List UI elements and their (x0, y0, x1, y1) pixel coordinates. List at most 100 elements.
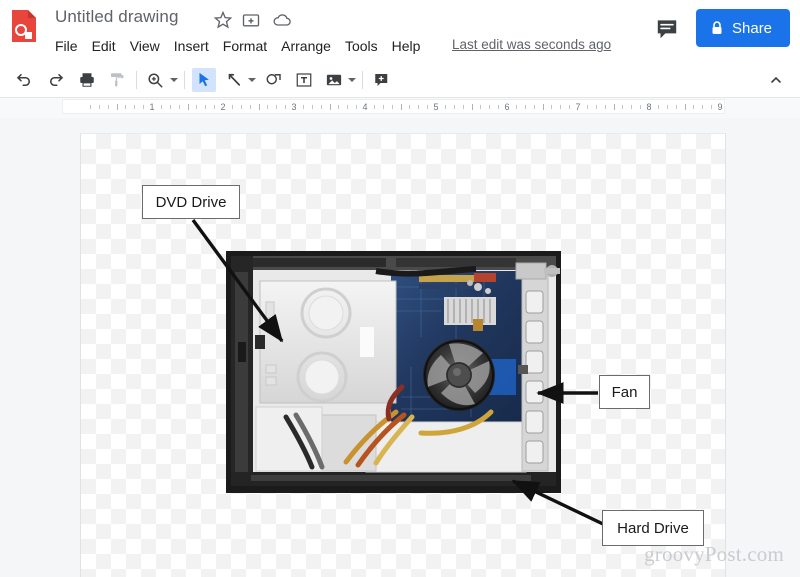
ruler-tick (187, 104, 189, 110)
document-title[interactable]: Untitled drawing (55, 7, 179, 27)
callout-hard-drive-label: Hard Drive (617, 519, 689, 537)
image-dropdown-caret[interactable] (346, 68, 358, 92)
redo-button[interactable] (44, 68, 68, 92)
computer-case-interior-photo[interactable] (226, 247, 561, 497)
ruler-tick (267, 105, 269, 109)
menu-bar: File Edit View Insert Format Arrange Tools Help (52, 35, 427, 57)
ruler-tick (586, 105, 588, 109)
ruler-tick (382, 105, 384, 109)
ruler-tick (418, 105, 420, 109)
ruler-tick (711, 105, 713, 109)
ruler-tick (356, 105, 358, 109)
ruler-tick (533, 105, 535, 109)
ruler-tick (462, 105, 464, 109)
ruler-tick (311, 105, 313, 109)
google-drawings-window: Untitled drawing File Edit View Insert Forma… (0, 0, 800, 577)
ruler-tick (613, 104, 615, 110)
toolbar (0, 62, 800, 98)
ruler-tick (684, 104, 686, 110)
ruler-tick (400, 104, 402, 110)
ruler-tick (143, 105, 145, 109)
ruler-tick (258, 104, 260, 110)
star-icon[interactable] (213, 10, 233, 30)
callout-dvd-drive[interactable]: DVD Drive (142, 185, 240, 219)
line-tool-button[interactable] (222, 68, 246, 92)
last-edit-status[interactable]: Last edit was seconds ago (452, 37, 611, 52)
ruler-tick (160, 105, 162, 109)
print-button[interactable] (75, 68, 99, 92)
ruler-tick (631, 105, 633, 109)
text-box-button[interactable] (292, 68, 316, 92)
drawing-canvas[interactable]: DVD Drive Fan Hard Drive (80, 133, 725, 577)
ruler-tick (116, 104, 118, 110)
comment-icon[interactable] (654, 16, 680, 42)
line-dropdown-caret[interactable] (246, 68, 258, 92)
ruler-tick (134, 105, 136, 109)
share-button[interactable]: Share (696, 9, 791, 47)
ruler-tick (640, 105, 642, 109)
ruler-tick (498, 105, 500, 109)
select-tool-button[interactable] (192, 68, 216, 92)
menu-edit[interactable]: Edit (85, 35, 123, 57)
ruler-tick (693, 105, 695, 109)
toolbar-separator (362, 71, 363, 89)
ruler-tick (205, 105, 207, 109)
google-drawings-logo[interactable] (10, 8, 38, 44)
ruler-tick (595, 105, 597, 109)
menu-arrange[interactable]: Arrange (274, 35, 338, 57)
ruler-tick (453, 105, 455, 109)
menu-tools[interactable]: Tools (338, 35, 385, 57)
ruler-tick (391, 105, 393, 109)
paint-format-button[interactable] (105, 68, 129, 92)
ruler-tick (329, 104, 331, 110)
zoom-button[interactable] (143, 68, 167, 92)
image-button[interactable] (322, 68, 346, 92)
workspace: DVD Drive Fan Hard Drive groovyPost.com (0, 118, 800, 577)
shape-tool-button[interactable] (262, 68, 286, 92)
ruler-tick (702, 105, 704, 109)
ruler-tick (489, 105, 491, 109)
ruler-tick (249, 105, 251, 109)
ruler-tick (338, 105, 340, 109)
move-to-folder-icon[interactable] (241, 10, 261, 30)
ruler-tick (427, 105, 429, 109)
cloud-saved-icon[interactable] (271, 10, 291, 30)
ruler-tick (569, 105, 571, 109)
chevron-up-icon[interactable] (764, 68, 788, 92)
watermark: groovyPost.com (644, 542, 784, 566)
add-comment-icon[interactable] (370, 68, 394, 92)
undo-button[interactable] (12, 68, 36, 92)
menu-help[interactable]: Help (385, 35, 428, 57)
ruler-tick (444, 105, 446, 109)
menu-file[interactable]: File (52, 35, 85, 57)
share-label: Share (732, 19, 773, 37)
toolbar-separator (136, 71, 137, 89)
callout-fan-label: Fan (611, 383, 638, 401)
zoom-dropdown-caret[interactable] (168, 68, 180, 92)
menu-insert[interactable]: Insert (167, 35, 216, 57)
ruler-tick (560, 105, 562, 109)
ruler-tick (524, 105, 526, 109)
ruler-tick (240, 105, 242, 109)
menu-format[interactable]: Format (216, 35, 274, 57)
ruler-tick (178, 105, 180, 109)
ruler-tick (214, 105, 216, 109)
ruler-tick (471, 104, 473, 110)
ruler-tick (373, 105, 375, 109)
ruler-tick (125, 105, 127, 109)
ruler-mark: 8 (646, 102, 652, 112)
menu-view[interactable]: View (123, 35, 167, 57)
ruler-tick (98, 105, 100, 109)
callout-hard-drive[interactable]: Hard Drive (602, 510, 704, 546)
ruler-tick (320, 105, 322, 109)
ruler-tick (107, 105, 109, 109)
ruler-tick (89, 105, 91, 109)
ruler-mark: 3 (291, 102, 297, 112)
horizontal-ruler[interactable]: 1 2 3 4 5 6 7 8 9 (62, 99, 725, 114)
ruler-tick (666, 105, 668, 109)
callout-fan[interactable]: Fan (599, 375, 650, 409)
ruler-tick (551, 105, 553, 109)
ruler-mark: 2 (220, 102, 226, 112)
ruler-tick (347, 105, 349, 109)
ruler-mark: 9 (717, 102, 723, 112)
